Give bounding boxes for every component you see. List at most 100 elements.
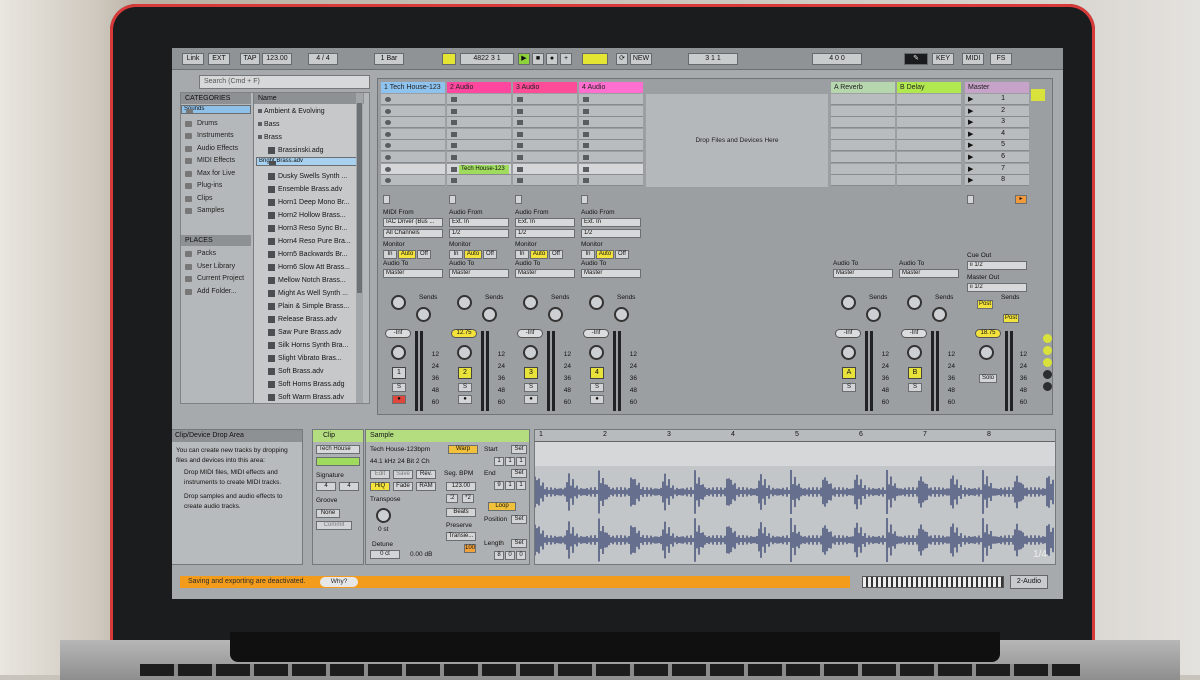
view-toggle-icon[interactable] bbox=[1043, 346, 1052, 355]
hiq-button[interactable]: HiQ bbox=[370, 482, 390, 491]
clip-slot[interactable] bbox=[447, 106, 511, 117]
signature-denominator[interactable]: 4 bbox=[339, 482, 359, 491]
slot-button-icon[interactable] bbox=[583, 155, 589, 160]
clip-slot[interactable] bbox=[579, 117, 643, 128]
overdub-button[interactable]: + bbox=[560, 53, 572, 65]
slot-button-icon[interactable] bbox=[451, 132, 457, 137]
scroll-thumb[interactable] bbox=[357, 103, 362, 293]
scene-launch[interactable]: ▶1 bbox=[965, 94, 1029, 105]
browser-item[interactable]: Bright Brass.adv bbox=[256, 157, 360, 166]
category-drums[interactable]: Drums bbox=[181, 118, 251, 130]
monitor-auto-button[interactable]: Auto bbox=[464, 250, 482, 259]
envelope-value[interactable]: 100 bbox=[464, 544, 476, 553]
midi-map-button[interactable]: MIDI bbox=[962, 53, 984, 65]
browser-scrollbar[interactable] bbox=[356, 93, 363, 403]
solo-button[interactable]: S bbox=[842, 383, 856, 392]
reverse-button[interactable]: Rev. bbox=[416, 470, 436, 479]
category-samples[interactable]: Samples bbox=[181, 205, 251, 217]
slot-button-icon[interactable] bbox=[583, 109, 589, 114]
slot-button-icon[interactable] bbox=[583, 143, 589, 148]
input-type-select[interactable]: Ext. In bbox=[449, 218, 509, 227]
scene-play-icon[interactable]: ▶ bbox=[968, 118, 973, 126]
category-instruments[interactable]: Instruments bbox=[181, 130, 251, 142]
browser-item[interactable]: Horn6 Slow Att Brass... bbox=[256, 261, 360, 274]
record-arm-button[interactable]: ● bbox=[392, 395, 406, 404]
clip-slot[interactable] bbox=[447, 117, 511, 128]
warp-marker-lane[interactable] bbox=[535, 442, 1055, 466]
view-toggle-icon[interactable] bbox=[1043, 370, 1052, 379]
clip-slot[interactable] bbox=[447, 129, 511, 140]
warp-button[interactable]: Warp bbox=[448, 445, 478, 454]
scene-play-icon[interactable]: ▶ bbox=[968, 153, 973, 161]
value-field[interactable]: 1 bbox=[516, 457, 526, 466]
send-a-knob[interactable] bbox=[523, 295, 538, 310]
draw-mode-button[interactable]: ✎ bbox=[904, 53, 928, 65]
browser-item[interactable]: Soft Brass.adv bbox=[256, 365, 360, 378]
post-button-b[interactable]: Post bbox=[1003, 314, 1019, 323]
monitor-auto-button[interactable]: Auto bbox=[530, 250, 548, 259]
key-map-button[interactable]: KEY bbox=[932, 53, 954, 65]
start-set-button[interactable]: Set bbox=[511, 445, 527, 454]
monitor-off-button[interactable]: Off bbox=[615, 250, 629, 259]
edit-button[interactable]: Edit bbox=[370, 470, 390, 479]
follow-button[interactable] bbox=[442, 53, 456, 65]
clip-slot[interactable] bbox=[579, 164, 643, 175]
solo-mode-button[interactable]: Solo bbox=[979, 374, 997, 383]
signature-numerator[interactable]: 4 bbox=[316, 482, 336, 491]
stop-button[interactable]: ■ bbox=[532, 53, 544, 65]
slot-button-icon[interactable] bbox=[451, 109, 457, 114]
pan-knob[interactable] bbox=[457, 345, 472, 360]
clip-tech-house[interactable]: Tech House-123 bbox=[459, 165, 509, 174]
slot-button-icon[interactable] bbox=[517, 120, 523, 125]
solo-button[interactable]: S bbox=[524, 383, 538, 392]
sample-editor[interactable]: 12345678 1/4 bbox=[534, 429, 1056, 565]
slot-button-icon[interactable] bbox=[385, 167, 391, 172]
scene-play-icon[interactable]: ▶ bbox=[968, 95, 973, 103]
browser-item[interactable]: Silk Horns Synth Bra... bbox=[256, 339, 360, 352]
record-button[interactable]: ● bbox=[546, 53, 558, 65]
category-max-for-live[interactable]: Max for Live bbox=[181, 168, 251, 180]
new-button[interactable]: NEW bbox=[630, 53, 652, 65]
return-activator[interactable]: B bbox=[908, 367, 922, 379]
scene-launch[interactable]: ▶8 bbox=[965, 175, 1029, 186]
place-user-library[interactable]: User Library bbox=[181, 261, 251, 273]
monitor-in-button[interactable]: In bbox=[383, 250, 397, 259]
output-select[interactable]: Master bbox=[899, 269, 959, 278]
slot-button-icon[interactable] bbox=[517, 132, 523, 137]
volume-field[interactable]: -Inf bbox=[835, 329, 861, 338]
fs-button[interactable]: FS bbox=[990, 53, 1012, 65]
send-b-knob[interactable] bbox=[482, 307, 497, 322]
clip-slot[interactable] bbox=[447, 175, 511, 186]
category-midi-effects[interactable]: MIDI Effects bbox=[181, 155, 251, 167]
scene-play-icon[interactable]: ▶ bbox=[968, 107, 973, 115]
value-field[interactable]: 1 bbox=[505, 457, 515, 466]
browser-item[interactable]: Might As Well Synth ... bbox=[256, 287, 360, 300]
browser-item[interactable]: Ambient & Evolving bbox=[256, 105, 360, 118]
track-header[interactable]: 2 Audio bbox=[447, 82, 511, 93]
half-tempo-button[interactable]: :2 bbox=[446, 494, 458, 503]
clip-slot[interactable] bbox=[513, 117, 577, 128]
seg-bpm-field[interactable]: 123.00 bbox=[446, 482, 476, 491]
pan-knob[interactable] bbox=[523, 345, 538, 360]
send-a-knob[interactable] bbox=[391, 295, 406, 310]
browser-item[interactable]: Soft Warm Brass.adv bbox=[256, 391, 360, 404]
clip-slot[interactable] bbox=[381, 117, 445, 128]
slot-button-icon[interactable] bbox=[583, 178, 589, 183]
arrangement-position[interactable]: 4822 3 1 bbox=[460, 53, 514, 65]
clip-slot[interactable] bbox=[513, 164, 577, 175]
track-header[interactable]: 3 Audio bbox=[513, 82, 577, 93]
monitor-in-button[interactable]: In bbox=[581, 250, 595, 259]
browser-item[interactable]: Slight Vibrato Bras... bbox=[256, 352, 360, 365]
view-toggle-icon[interactable] bbox=[1043, 334, 1052, 343]
drop-area[interactable]: Drop Files and Devices Here bbox=[646, 94, 828, 187]
waveform[interactable] bbox=[535, 467, 1055, 565]
io-toggle-icon[interactable] bbox=[1031, 89, 1045, 101]
link-button[interactable]: Link bbox=[182, 53, 204, 65]
ext-button[interactable]: EXT bbox=[208, 53, 230, 65]
return-track-header[interactable]: A Reverb bbox=[831, 82, 895, 93]
slot-button-icon[interactable] bbox=[385, 109, 391, 114]
slot-button-icon[interactable] bbox=[385, 178, 391, 183]
clip-slot[interactable] bbox=[447, 152, 511, 163]
solo-button[interactable]: S bbox=[392, 383, 406, 392]
send-b-knob[interactable] bbox=[932, 307, 947, 322]
